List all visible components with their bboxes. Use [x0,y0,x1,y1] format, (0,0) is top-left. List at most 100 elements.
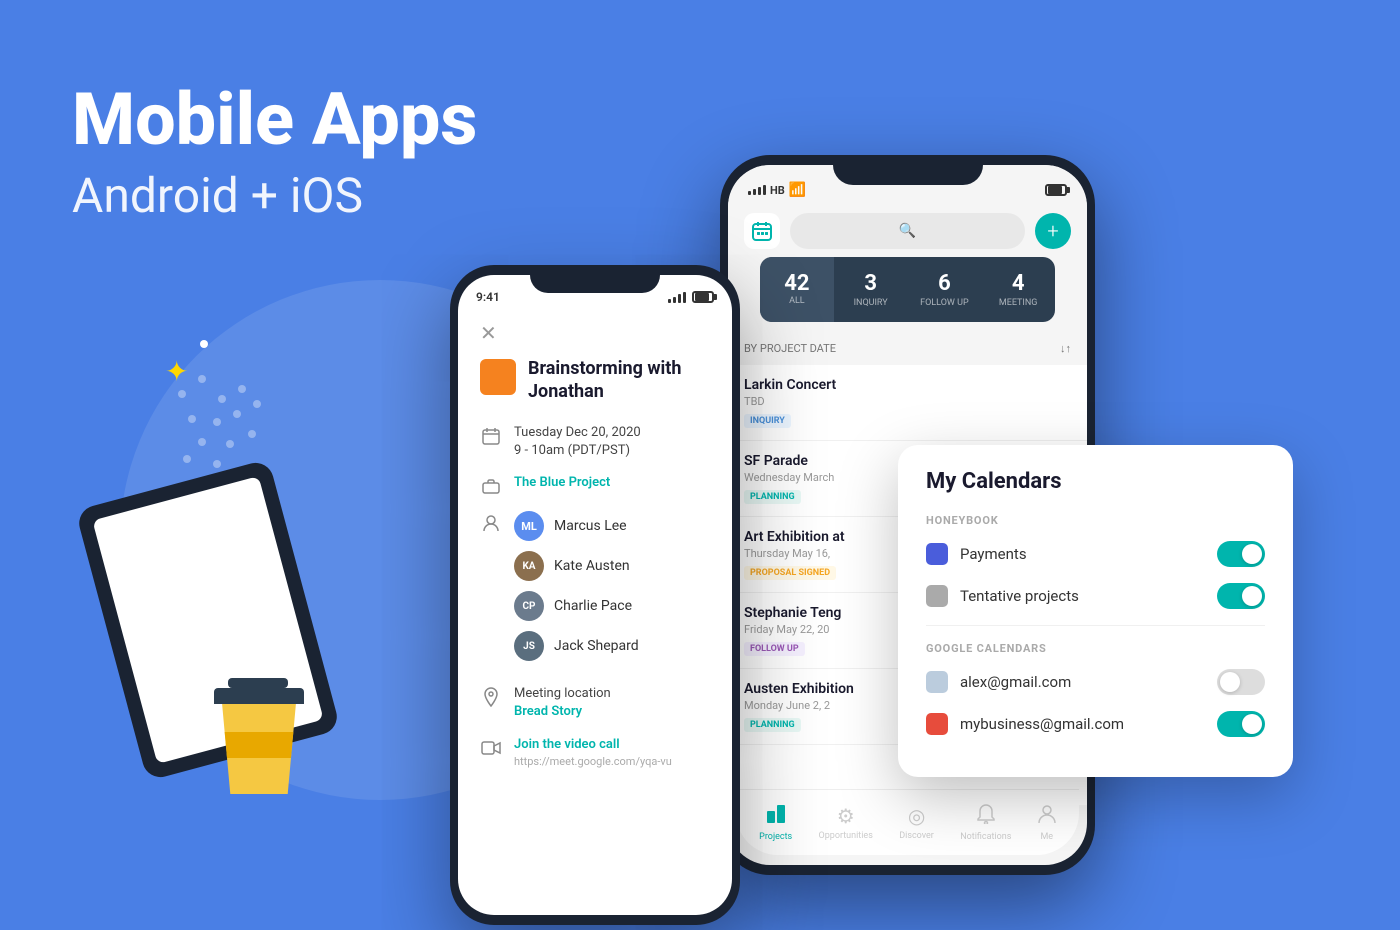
hero-title: Mobile Apps [72,80,477,159]
calendar-payments-left: Payments [926,543,1027,565]
payments-toggle[interactable] [1217,541,1265,567]
video-icon [480,737,502,759]
list-item-larkin[interactable]: Larkin Concert TBD INQUIRY [728,365,1087,441]
sparkle-dot [200,340,208,348]
attendee-charlie-name: Charlie Pace [554,598,632,614]
person-icon [480,512,502,534]
calendar-tentative-row: Tentative projects [926,583,1265,609]
tentative-toggle-knob [1242,586,1262,606]
stat-all-label: ALL [768,296,826,306]
alex-label: alex@gmail.com [960,673,1071,691]
mybusiness-color [926,713,948,735]
wifi-icon: 📶 [789,182,806,198]
attendee-jack: JS Jack Shepard [514,631,639,661]
search-bar[interactable]: 🔍 [790,213,1025,249]
attendees-row: ML Marcus Lee KA Kate Austen CP [480,511,710,671]
tentative-label: Tentative projects [960,587,1079,605]
project-title-larkin: Larkin Concert [744,377,1071,393]
stat-meeting-label: MEETING [989,298,1047,308]
nav-notifications-label: Notifications [960,832,1011,842]
cup-top [228,678,288,688]
nav-me-label: Me [1040,832,1053,842]
calendar-divider [926,625,1265,626]
stat-inquiry-number: 3 [842,271,900,296]
project-title: Brainstorming with Jonathan [528,357,710,404]
nav-discover[interactable]: ◎ Discover [899,804,934,841]
add-button[interactable]: + [1035,213,1071,249]
discover-nav-icon: ◎ [908,804,925,828]
project-badge-sfparade: PLANNING [744,490,801,504]
alex-color [926,671,948,693]
location-icon [480,686,502,708]
cup-lid [214,688,304,704]
project-badge-austen: PLANNING [744,718,801,732]
alex-toggle[interactable] [1217,669,1265,695]
project-badge-stephanie: FOLLOW UP [744,642,805,656]
stat-all[interactable]: 42 ALL [760,257,834,322]
avatar-marcus: ML [514,511,544,541]
project-badge-artexhibition: PROPOSAL SIGNED [744,566,836,580]
calendar-alex-left: alex@gmail.com [926,671,1071,693]
phone2-carrier: HB [770,184,785,197]
payments-color [926,543,948,565]
stats-bar: 42 ALL 3 INQUIRY 6 FOLLOW UP 4 MEETING [760,257,1055,322]
video-detail: Join the video call https://meet.google.… [514,736,672,770]
calendar-app-icon[interactable] [744,213,780,249]
calendar-mybusiness-row: mybusiness@gmail.com [926,711,1265,737]
filter-label[interactable]: BY PROJECT DATE [744,342,836,355]
phone1-notch [530,265,660,293]
nav-opportunities-label: Opportunities [819,831,873,841]
nav-opportunities[interactable]: ⚙ Opportunities [819,804,873,841]
attendee-jack-name: Jack Shepard [554,638,639,654]
bottom-navbar: Projects ⚙ Opportunities ◎ Discover Noti… [736,789,1079,855]
phone2-topbar: 🔍 + [728,205,1087,257]
nav-notifications[interactable]: Notifications [960,804,1011,842]
stat-inquiry-label: INQUIRY [842,298,900,308]
me-nav-icon [1038,804,1056,829]
tentative-toggle[interactable] [1217,583,1265,609]
date-row: Tuesday Dec 20, 2020 9 - 10am (PDT/PST) [480,424,710,460]
google-section-label: GOOGLE CALENDARS [926,642,1265,655]
attendee-marcus: ML Marcus Lee [514,511,639,541]
briefcase-icon [480,475,502,497]
project-date-larkin: TBD [744,395,1071,408]
phone2-notch [833,155,983,185]
cup-stripe [218,732,300,758]
phone1-screen: 9:41 ✕ Brainstorming wi [458,275,732,915]
nav-projects-label: Projects [759,832,792,842]
nav-projects[interactable]: Projects [759,804,792,842]
calendar-alex-row: alex@gmail.com [926,669,1265,695]
stat-all-number: 42 [768,271,826,296]
stat-followup[interactable]: 6 FOLLOW UP [908,257,982,322]
project-link[interactable]: The Blue Project [514,474,610,492]
sort-icon[interactable]: ↓↑ [1060,342,1071,355]
calendar-mybusiness-left: mybusiness@gmail.com [926,713,1124,735]
location-detail: Meeting location Bread Story [514,685,611,721]
opportunities-nav-icon: ⚙ [837,804,855,828]
calendar-tentative-left: Tentative projects [926,585,1079,607]
nav-me[interactable]: Me [1038,804,1056,842]
video-call-link[interactable]: Join the video call [514,736,672,754]
stat-followup-number: 6 [916,271,974,296]
phone2-battery [1045,184,1067,196]
phone2-signal [748,185,766,195]
attendee-kate-name: Kate Austen [554,558,630,574]
notifications-nav-icon [977,804,995,829]
coffee-cup [218,680,304,794]
nav-discover-label: Discover [899,831,934,841]
stat-meeting[interactable]: 4 MEETING [981,257,1055,322]
close-button[interactable]: ✕ [480,321,710,345]
projects-nav-icon [766,804,786,829]
attendees-list: ML Marcus Lee KA Kate Austen CP [514,511,639,671]
tentative-color [926,585,948,607]
hero-section: Mobile Apps Android + iOS [72,80,477,224]
avatar-kate: KA [514,551,544,581]
stat-inquiry[interactable]: 3 INQUIRY [834,257,908,322]
location-link[interactable]: Bread Story [514,703,611,721]
search-icon: 🔍 [899,223,916,239]
payments-label: Payments [960,545,1027,563]
attendee-kate: KA Kate Austen [514,551,639,581]
filter-row: BY PROJECT DATE ↓↑ [728,332,1087,365]
calendar-payments-row: Payments [926,541,1265,567]
mybusiness-toggle[interactable] [1217,711,1265,737]
